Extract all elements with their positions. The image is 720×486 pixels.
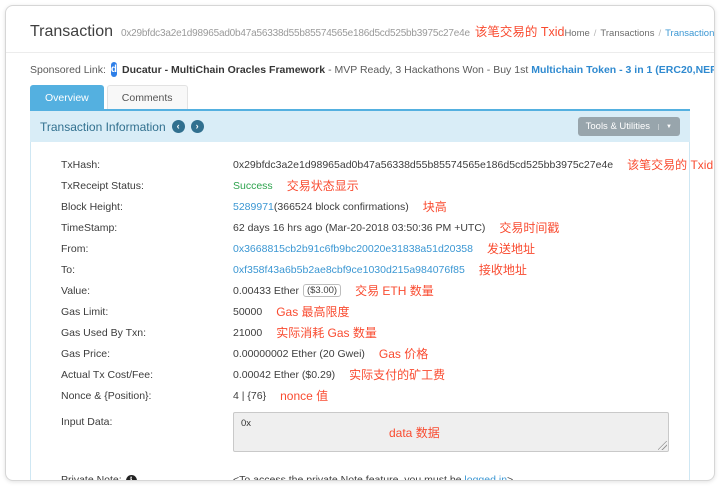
nonce-label: Nonce & {Position}:: [61, 390, 233, 402]
gas-limit-annotation: Gas 最高限度: [276, 303, 349, 320]
table-row-gas-used: Gas Used By Txn: 21000 实际消耗 Gas 数量: [31, 322, 689, 343]
panel-title: Transaction Information: [40, 120, 166, 134]
gas-price-label: Gas Price:: [61, 348, 233, 360]
table-row-receipt-status: TxReceipt Status: Success 交易状态显示: [31, 175, 689, 196]
value-usd-badge: ($3.00): [303, 284, 341, 297]
table-row-to: To: 0xf358f43a6b5b2ae8cbf9ce1030d215a984…: [31, 259, 689, 280]
gas-used-label: Gas Used By Txn:: [61, 327, 233, 339]
breadcrumb-separator: /: [658, 28, 661, 39]
private-note-suffix: >: [507, 474, 513, 482]
sponsored-label: Sponsored Link:: [30, 64, 106, 76]
private-note-label-text: Private Note:: [61, 474, 122, 482]
table-row-nonce: Nonce & {Position}: 4 | {76} nonce 值: [31, 385, 689, 406]
tab-overview[interactable]: Overview: [30, 85, 104, 109]
breadcrumb-separator: /: [594, 28, 597, 39]
breadcrumb-home[interactable]: Home: [564, 28, 589, 39]
txhash-label: TxHash:: [61, 159, 233, 171]
value-annotation: 交易 ETH 数量: [355, 282, 434, 299]
logged-in-link[interactable]: logged in: [464, 474, 507, 482]
table-row-gas-limit: Gas Limit: 50000 Gas 最高限度: [31, 301, 689, 322]
block-height-annotation: 块高: [423, 198, 447, 215]
tab-comments[interactable]: Comments: [107, 85, 188, 109]
block-height-link[interactable]: 5289971: [233, 201, 274, 213]
private-note-label: Private Note: i: [61, 474, 233, 482]
page-title: Transaction: [30, 23, 113, 41]
receipt-status-label: TxReceipt Status:: [61, 180, 233, 192]
value-label: Value:: [61, 285, 233, 297]
header-txid: 0x29bfdc3a2e1d98965ad0b47a56338d55b85574…: [121, 28, 470, 39]
gas-price-annotation: Gas 价格: [379, 345, 428, 362]
nonce-value: 4 | {76}: [233, 390, 266, 402]
panel-header: Transaction Information ‹ › Tools & Util…: [30, 111, 690, 142]
sponsored-link[interactable]: Multichain Token - 3 in 1 (ERC20,NEP-5,E…: [531, 64, 715, 76]
value-amount: 0.00433 Ether: [233, 285, 299, 297]
transaction-table: TxHash: 0x29bfdc3a2e1d98965ad0b47a56338d…: [30, 142, 690, 481]
table-row-private-note: Private Note: i <To access the private No…: [31, 469, 689, 481]
gas-price-value: 0.00000002 Ether (20 Gwei): [233, 348, 365, 360]
tools-utilities-label: Tools & Utilities: [586, 121, 650, 132]
table-row-input-data: Input Data: 0x data 数据: [31, 412, 689, 452]
ducatur-logo-icon: d: [111, 62, 117, 77]
tx-cost-annotation: 实际支付的矿工费: [349, 366, 445, 383]
timestamp-label: TimeStamp:: [61, 222, 233, 234]
prev-transaction-icon[interactable]: ‹: [172, 120, 185, 133]
gas-limit-label: Gas Limit:: [61, 306, 233, 318]
gas-used-annotation: 实际消耗 Gas 数量: [276, 324, 377, 341]
to-address-link[interactable]: 0xf358f43a6b5b2ae8cbf9ce1030d215a984076f…: [233, 264, 465, 276]
page-header: Transaction 0x29bfdc3a2e1d98965ad0b47a56…: [6, 6, 714, 53]
tx-cost-value: 0.00042 Ether ($0.29): [233, 369, 335, 381]
breadcrumb-transactions[interactable]: Transactions: [600, 28, 654, 39]
page-frame: Transaction 0x29bfdc3a2e1d98965ad0b47a56…: [5, 5, 715, 481]
table-row-tx-cost: Actual Tx Cost/Fee: 0.00042 Ether ($0.29…: [31, 364, 689, 385]
table-row-txhash: TxHash: 0x29bfdc3a2e1d98965ad0b47a56338d…: [31, 154, 689, 175]
txhash-annotation: 该笔交易的 Txid: [627, 156, 713, 173]
sponsored-bar: Sponsored Link: d Ducatur - MultiChain O…: [6, 53, 714, 85]
input-data-value: 0x: [241, 418, 251, 429]
sponsored-text: - MVP Ready, 3 Hackathons Won - Buy 1st: [328, 64, 528, 76]
timestamp-value: 62 days 16 hrs ago (Mar-20-2018 03:50:36…: [233, 222, 485, 234]
nonce-annotation: nonce 值: [280, 387, 328, 404]
gas-used-value: 21000: [233, 327, 262, 339]
to-annotation: 接收地址: [479, 261, 527, 278]
gas-limit-value: 50000: [233, 306, 262, 318]
block-height-label: Block Height:: [61, 201, 233, 213]
next-transaction-icon[interactable]: ›: [191, 120, 204, 133]
from-annotation: 发送地址: [487, 240, 535, 257]
breadcrumb-current: Transaction Information: [665, 28, 715, 39]
resize-grip-icon[interactable]: [658, 441, 667, 450]
table-row-block-height: Block Height: 5289971 (366524 block conf…: [31, 196, 689, 217]
tab-bar: Overview Comments: [30, 85, 690, 109]
table-row-value: Value: 0.00433 Ether ($3.00) 交易 ETH 数量: [31, 280, 689, 301]
private-note-text: <To access the private Note feature, you…: [233, 474, 513, 482]
header-annotation: 该笔交易的 Txid: [475, 21, 565, 40]
chevron-down-icon: ▼: [658, 124, 672, 130]
receipt-status-annotation: 交易状态显示: [287, 177, 359, 194]
tools-utilities-button[interactable]: Tools & Utilities ▼: [578, 117, 680, 136]
tx-cost-label: Actual Tx Cost/Fee:: [61, 369, 233, 381]
breadcrumb: Home/Transactions/Transaction Informatio…: [564, 28, 715, 39]
timestamp-annotation: 交易时间戳: [499, 219, 559, 236]
input-data-textarea[interactable]: 0x data 数据: [233, 412, 669, 452]
input-data-label: Input Data:: [61, 412, 233, 428]
table-row-from: From: 0x3668815cb2b91c6fb9bc20020e31838a…: [31, 238, 689, 259]
private-note-prefix: <To access the private Note feature, you…: [233, 474, 464, 482]
status-badge: Success: [233, 180, 273, 192]
txhash-value: 0x29bfdc3a2e1d98965ad0b47a56338d55b85574…: [233, 159, 613, 171]
from-label: From:: [61, 243, 233, 255]
to-label: To:: [61, 264, 233, 276]
input-data-annotation: data 数据: [389, 424, 440, 441]
table-row-gas-price: Gas Price: 0.00000002 Ether (20 Gwei) Ga…: [31, 343, 689, 364]
table-row-timestamp: TimeStamp: 62 days 16 hrs ago (Mar-20-20…: [31, 217, 689, 238]
block-confirmations: (366524 block confirmations): [274, 201, 409, 213]
info-icon: i: [126, 475, 137, 482]
from-address-link[interactable]: 0x3668815cb2b91c6fb9bc20020e31838a51d203…: [233, 243, 473, 255]
main-content: Overview Comments Transaction Informatio…: [30, 85, 690, 481]
sponsored-name: Ducatur - MultiChain Oracles Framework: [122, 64, 325, 76]
